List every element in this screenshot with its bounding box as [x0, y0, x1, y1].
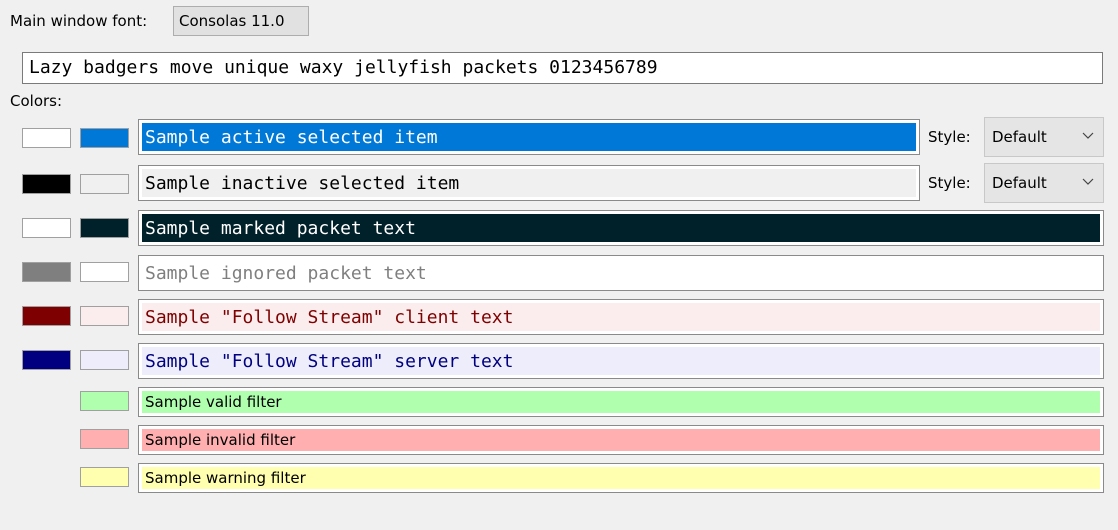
- active-style-label: Style:: [928, 128, 971, 146]
- inactive-selected-fg-swatch[interactable]: [22, 174, 71, 194]
- follow-client-sample: Sample "Follow Stream" client text: [138, 299, 1104, 335]
- ignored-sample: Sample ignored packet text: [138, 255, 1104, 291]
- main-window-font-label: Main window font:: [10, 12, 148, 30]
- inactive-selected-sample: Sample inactive selected item: [138, 165, 920, 201]
- inactive-selected-sample-text: Sample inactive selected item: [142, 169, 916, 197]
- warning-filter-sample-text: Sample warning filter: [142, 467, 1100, 489]
- inactive-style-label: Style:: [928, 174, 971, 192]
- chevron-down-icon: [1082, 132, 1094, 139]
- font-sample-text: Lazy badgers move unique waxy jellyfish …: [22, 52, 1103, 84]
- marked-sample-text: Sample marked packet text: [142, 214, 1100, 242]
- marked-sample: Sample marked packet text: [138, 210, 1104, 246]
- follow-server-fg-swatch[interactable]: [22, 350, 71, 370]
- active-style-select[interactable]: Default: [984, 117, 1104, 157]
- inactive-style-value: Default: [992, 174, 1047, 192]
- active-selected-sample-text: Sample active selected item: [142, 123, 916, 151]
- follow-server-bg-swatch[interactable]: [80, 350, 129, 370]
- inactive-selected-bg-swatch[interactable]: [80, 174, 129, 194]
- active-selected-fg-swatch[interactable]: [22, 128, 71, 148]
- active-selected-bg-swatch[interactable]: [80, 128, 129, 148]
- follow-client-fg-swatch[interactable]: [22, 306, 71, 326]
- marked-bg-swatch[interactable]: [80, 218, 129, 238]
- follow-client-sample-text: Sample "Follow Stream" client text: [142, 303, 1100, 331]
- ignored-sample-text: Sample ignored packet text: [142, 259, 1100, 287]
- ignored-bg-swatch[interactable]: [80, 262, 129, 282]
- ignored-fg-swatch[interactable]: [22, 262, 71, 282]
- invalid-filter-bg-swatch[interactable]: [80, 429, 129, 449]
- invalid-filter-sample: Sample invalid filter: [138, 425, 1104, 455]
- valid-filter-sample-text: Sample valid filter: [142, 391, 1100, 413]
- valid-filter-bg-swatch[interactable]: [80, 391, 129, 411]
- colors-label: Colors:: [10, 92, 63, 110]
- chevron-down-icon: [1082, 178, 1094, 185]
- active-style-value: Default: [992, 128, 1047, 146]
- warning-filter-bg-swatch[interactable]: [80, 467, 129, 487]
- warning-filter-sample: Sample warning filter: [138, 463, 1104, 493]
- follow-server-sample: Sample "Follow Stream" server text: [138, 343, 1104, 379]
- invalid-filter-sample-text: Sample invalid filter: [142, 429, 1100, 451]
- marked-fg-swatch[interactable]: [22, 218, 71, 238]
- active-selected-sample: Sample active selected item: [138, 119, 920, 155]
- valid-filter-sample: Sample valid filter: [138, 387, 1104, 417]
- follow-server-sample-text: Sample "Follow Stream" server text: [142, 347, 1100, 375]
- inactive-style-select[interactable]: Default: [984, 163, 1104, 203]
- font-picker-button[interactable]: Consolas 11.0: [173, 6, 309, 36]
- follow-client-bg-swatch[interactable]: [80, 306, 129, 326]
